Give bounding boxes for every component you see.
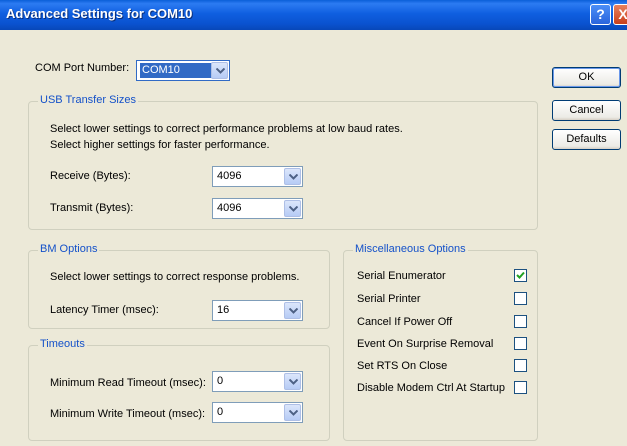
serial-enumerator-label: Serial Enumerator (357, 270, 446, 282)
serial-printer-label: Serial Printer (357, 293, 421, 305)
usb-description-line1: Select lower settings to correct perform… (50, 123, 403, 135)
event-on-surprise-removal-label: Event On Surprise Removal (357, 338, 494, 350)
read-timeout-value: 0 (217, 375, 224, 387)
close-button[interactable]: X (613, 4, 627, 25)
read-timeout-select[interactable]: 0 (212, 371, 303, 392)
receive-value: 4096 (217, 170, 242, 182)
com-port-select[interactable]: COM10 (136, 60, 230, 81)
chevron-down-icon[interactable] (284, 200, 301, 217)
disable-modem-ctrl-checkbox[interactable] (514, 381, 527, 394)
window-title: Advanced Settings for COM10 (6, 6, 193, 21)
write-timeout-value: 0 (217, 406, 224, 418)
event-on-surprise-removal-checkbox[interactable] (514, 337, 527, 350)
misc-group-title: Miscellaneous Options (353, 243, 468, 255)
receive-select[interactable]: 4096 (212, 166, 303, 187)
write-timeout-label: Minimum Write Timeout (msec): (50, 408, 206, 420)
serial-printer-checkbox[interactable] (514, 292, 527, 305)
usb-description-line2: Select higher settings for faster perfor… (50, 139, 270, 151)
bm-group-title: BM Options (38, 243, 100, 255)
close-icon: X (618, 6, 627, 22)
help-icon: ? (596, 6, 605, 22)
com-port-label: COM Port Number: (35, 62, 130, 74)
title-bar[interactable]: Advanced Settings for COM10 ? X (0, 0, 627, 30)
timeouts-group (28, 345, 330, 441)
set-rts-on-close-label: Set RTS On Close (357, 360, 448, 372)
cancel-if-power-off-checkbox[interactable] (514, 315, 527, 328)
help-button[interactable]: ? (590, 4, 611, 25)
read-timeout-label: Minimum Read Timeout (msec): (50, 377, 206, 389)
chevron-down-icon[interactable] (284, 302, 301, 319)
bm-description: Select lower settings to correct respons… (50, 271, 300, 283)
transmit-value: 4096 (217, 202, 242, 214)
ok-button[interactable]: OK (552, 67, 621, 88)
transmit-label: Transmit (Bytes): (50, 202, 134, 214)
write-timeout-select[interactable]: 0 (212, 402, 303, 423)
cancel-button[interactable]: Cancel (552, 100, 621, 121)
latency-timer-value: 16 (217, 304, 230, 316)
chevron-down-icon[interactable] (284, 404, 301, 421)
latency-timer-label: Latency Timer (msec): (50, 304, 159, 316)
cancel-if-power-off-label: Cancel If Power Off (357, 316, 453, 328)
usb-group-title: USB Transfer Sizes (38, 94, 138, 106)
serial-enumerator-checkbox[interactable] (514, 269, 527, 282)
com-port-value: COM10 (140, 63, 212, 78)
chevron-down-icon[interactable] (284, 373, 301, 390)
receive-label: Receive (Bytes): (50, 170, 131, 182)
latency-timer-select[interactable]: 16 (212, 300, 303, 321)
chevron-down-icon[interactable] (211, 62, 228, 79)
timeouts-group-title: Timeouts (38, 338, 87, 350)
checkmark-icon (516, 271, 525, 279)
set-rts-on-close-checkbox[interactable] (514, 359, 527, 372)
chevron-down-icon[interactable] (284, 168, 301, 185)
defaults-button[interactable]: Defaults (552, 129, 621, 150)
transmit-select[interactable]: 4096 (212, 198, 303, 219)
disable-modem-ctrl-label: Disable Modem Ctrl At Startup (357, 382, 505, 394)
